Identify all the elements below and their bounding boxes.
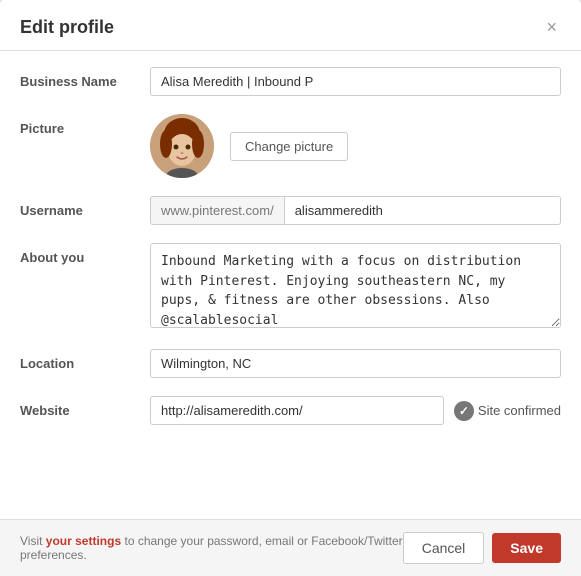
settings-link[interactable]: your settings [46, 534, 121, 548]
change-picture-button[interactable]: Change picture [230, 132, 348, 161]
website-row: Website ✓ Site confirmed [20, 396, 561, 425]
username-field-group: www.pinterest.com/ [150, 196, 561, 225]
business-name-label: Business Name [20, 67, 150, 89]
username-input[interactable] [284, 196, 561, 225]
modal-title: Edit profile [20, 17, 114, 38]
location-row: Location [20, 349, 561, 378]
site-confirmed-label: Site confirmed [478, 403, 561, 418]
footer-actions: Cancel Save [403, 532, 561, 564]
about-label: About you [20, 243, 150, 265]
confirmed-icon: ✓ [454, 401, 474, 421]
website-control: ✓ Site confirmed [150, 396, 561, 425]
username-row: Username www.pinterest.com/ [20, 196, 561, 225]
website-input[interactable] [150, 396, 444, 425]
business-name-input[interactable] [150, 67, 561, 96]
modal-body: Business Name Picture [0, 51, 581, 519]
username-prefix: www.pinterest.com/ [150, 196, 284, 225]
avatar [150, 114, 214, 178]
about-row: About you Inbound Marketing with a focus… [20, 243, 561, 331]
location-input[interactable] [150, 349, 561, 378]
about-textarea[interactable]: Inbound Marketing with a focus on distri… [150, 243, 561, 328]
about-control: Inbound Marketing with a focus on distri… [150, 243, 561, 331]
website-label: Website [20, 396, 150, 418]
close-button[interactable]: × [542, 16, 561, 38]
modal-header: Edit profile × [0, 0, 581, 51]
business-name-control [150, 67, 561, 96]
picture-label: Picture [20, 114, 150, 136]
username-label: Username [20, 196, 150, 218]
location-label: Location [20, 349, 150, 371]
picture-control: Change picture [150, 114, 561, 178]
footer-note: Visit your settings to change your passw… [20, 534, 403, 562]
save-button[interactable]: Save [492, 533, 561, 563]
location-control [150, 349, 561, 378]
edit-profile-modal: Edit profile × Business Name Picture [0, 0, 581, 576]
cancel-button[interactable]: Cancel [403, 532, 485, 564]
website-field-group: ✓ Site confirmed [150, 396, 561, 425]
business-name-row: Business Name [20, 67, 561, 96]
username-control: www.pinterest.com/ [150, 196, 561, 225]
picture-row: Picture [20, 114, 561, 178]
modal-footer: Visit your settings to change your passw… [0, 519, 581, 576]
site-confirmed-badge: ✓ Site confirmed [454, 401, 561, 421]
